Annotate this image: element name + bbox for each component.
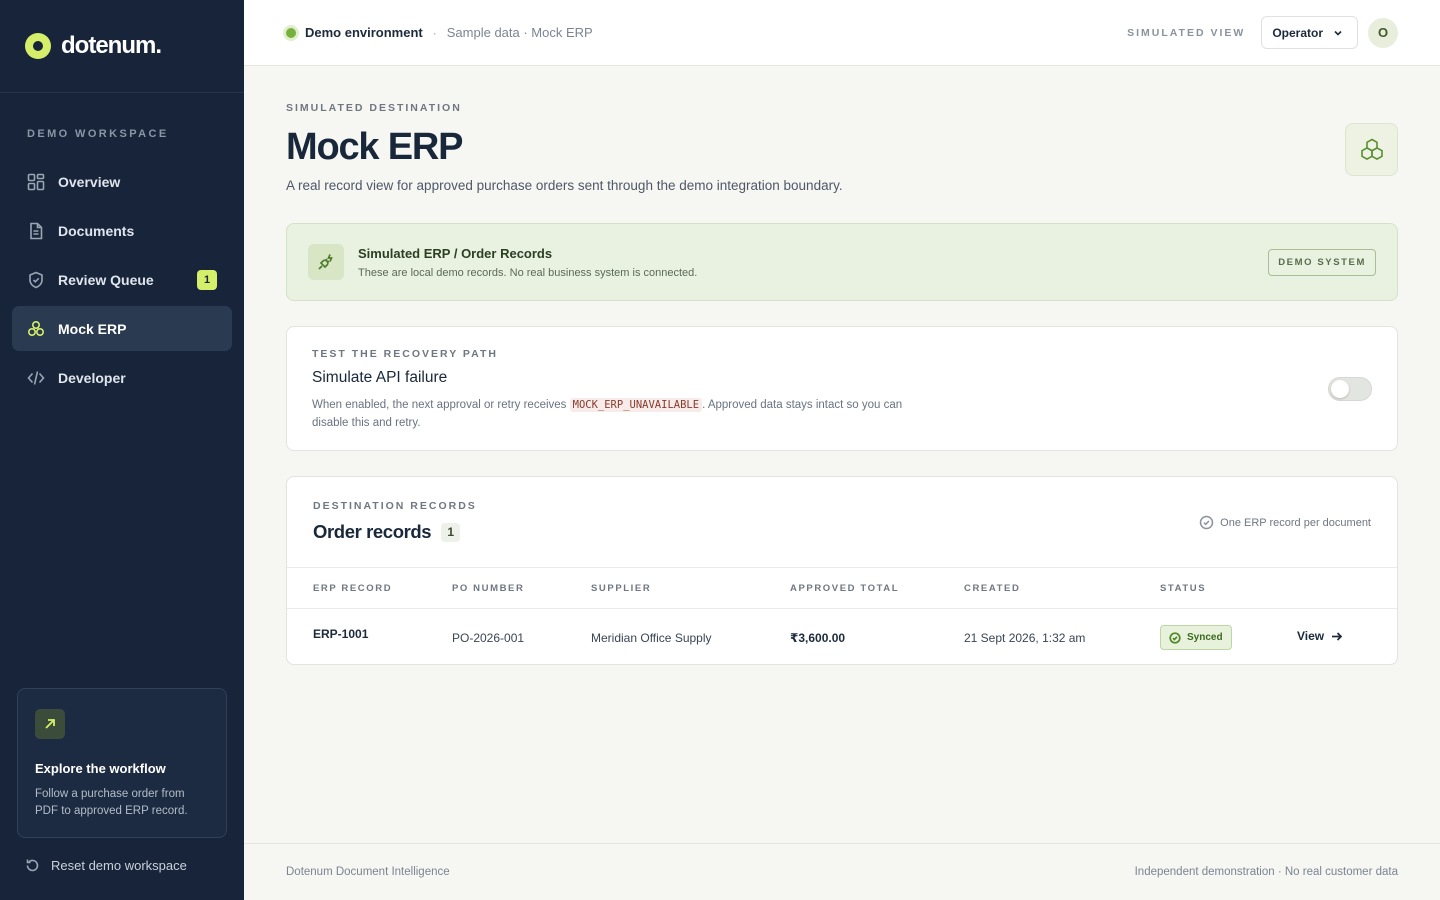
shield-icon bbox=[27, 271, 45, 289]
reset-icon bbox=[26, 859, 39, 872]
avatar[interactable]: O bbox=[1368, 17, 1398, 48]
sidebar-item-developer[interactable]: Developer bbox=[12, 355, 232, 400]
sidebar-item-overview[interactable]: Overview bbox=[12, 159, 232, 204]
footer: Dotenum Document Intelligence Independen… bbox=[244, 843, 1440, 900]
banner-title: Simulated ERP / Order Records bbox=[358, 245, 553, 261]
page-description: A real record view for approved purchase… bbox=[286, 178, 843, 193]
column-header-approved-total[interactable]: APPROVED TOTAL bbox=[790, 583, 899, 594]
sidebar-item-mock-erp[interactable]: Mock ERP bbox=[12, 306, 232, 351]
recovery-title: Simulate API failure bbox=[312, 369, 448, 386]
erp-boxes-icon bbox=[1345, 123, 1398, 176]
breadcrumb-separator: · bbox=[432, 25, 437, 40]
simulate-api-failure-toggle[interactable] bbox=[1328, 377, 1372, 401]
page-eyebrow: SIMULATED DESTINATION bbox=[286, 102, 462, 114]
sidebar-item-documents[interactable]: Documents bbox=[12, 208, 232, 253]
view-record-link[interactable]: View bbox=[1297, 629, 1343, 643]
page-title: Mock ERP bbox=[286, 126, 463, 168]
sidebar-nav: Overview Documents Review Queue 1 Mock E… bbox=[12, 159, 232, 404]
table-header: ERP RECORD PO NUMBER SUPPLIER APPROVED T… bbox=[287, 567, 1397, 609]
column-header-status[interactable]: STATUS bbox=[1160, 583, 1206, 594]
column-header-erp-record[interactable]: ERP RECORD bbox=[313, 583, 392, 594]
sidebar-item-review-queue[interactable]: Review Queue 1 bbox=[12, 257, 232, 302]
recovery-path-card: TEST THE RECOVERY PATH Simulate API fail… bbox=[286, 326, 1398, 451]
status-label: Synced bbox=[1187, 632, 1223, 643]
records-note: One ERP record per document bbox=[1199, 515, 1371, 530]
recovery-text-before: When enabled, the next approval or retry… bbox=[312, 399, 570, 411]
approved-total: ₹3,600.00 bbox=[790, 631, 846, 645]
sidebar: dotenum. DEMO WORKSPACE Overview Documen… bbox=[0, 0, 244, 900]
toggle-knob bbox=[1331, 380, 1349, 398]
topbar: Demo environment · Sample data · Mock ER… bbox=[244, 0, 1440, 66]
footer-right-text: Independent demonstration · No real cust… bbox=[1134, 866, 1398, 878]
brand-logo-icon bbox=[25, 33, 51, 59]
column-header-supplier[interactable]: SUPPLIER bbox=[591, 583, 651, 594]
po-number: PO-2026-001 bbox=[452, 631, 525, 645]
view-label: View bbox=[1297, 629, 1325, 643]
records-eyebrow: DESTINATION RECORDS bbox=[313, 500, 477, 512]
arrow-right-icon bbox=[1332, 631, 1343, 641]
code-icon bbox=[27, 369, 45, 387]
supplier-name: Meridian Office Supply bbox=[591, 631, 712, 645]
records-header: DESTINATION RECORDS Order records 1 bbox=[313, 500, 477, 543]
sidebar-item-label: Documents bbox=[58, 222, 135, 239]
role-select[interactable]: Operator bbox=[1261, 16, 1358, 49]
error-code: MOCK_ERP_UNAVAILABLE bbox=[569, 398, 703, 412]
column-header-created[interactable]: CREATED bbox=[964, 583, 1020, 594]
records-note-text: One ERP record per document bbox=[1220, 516, 1371, 529]
plug-icon bbox=[308, 244, 344, 280]
chevron-down-icon bbox=[1334, 30, 1342, 36]
sidebar-item-label: Mock ERP bbox=[58, 320, 127, 337]
recovery-eyebrow: TEST THE RECOVERY PATH bbox=[312, 348, 498, 360]
records-count-badge: 1 bbox=[441, 522, 461, 542]
created-date: 21 Sept 2026, 1:32 am bbox=[964, 631, 1086, 645]
sidebar-item-label: Developer bbox=[58, 369, 126, 386]
sidebar-item-label: Overview bbox=[58, 173, 121, 190]
environment-label: Demo environment bbox=[305, 25, 423, 40]
document-icon bbox=[27, 222, 45, 240]
role-select-value: Operator bbox=[1272, 25, 1323, 40]
reset-label: Reset demo workspace bbox=[51, 858, 187, 873]
reset-demo-button[interactable]: Reset demo workspace bbox=[25, 858, 187, 873]
boxes-icon bbox=[27, 320, 45, 338]
simulated-view-label: SIMULATED VIEW bbox=[1127, 26, 1246, 39]
demo-system-tag: DEMO SYSTEM bbox=[1268, 248, 1376, 276]
banner-text: These are local demo records. No real bu… bbox=[358, 266, 698, 279]
workspace-section-label: DEMO WORKSPACE bbox=[27, 128, 169, 140]
status-badge: Synced bbox=[1160, 625, 1232, 650]
explore-title: Explore the workflow bbox=[35, 761, 166, 776]
check-circle-icon bbox=[1199, 515, 1214, 530]
table-row[interactable]: ERP-1001 PO-2026-001 Meridian Office Sup… bbox=[287, 609, 1397, 665]
arrow-up-right-icon bbox=[35, 709, 65, 739]
column-header-po-number[interactable]: PO NUMBER bbox=[452, 583, 524, 594]
topbar-right: SIMULATED VIEW Operator O bbox=[1127, 16, 1398, 49]
recovery-description: When enabled, the next approval or retry… bbox=[312, 396, 932, 432]
order-records-card: DESTINATION RECORDS Order records 1 One … bbox=[286, 476, 1398, 665]
environment-status-dot bbox=[286, 27, 296, 38]
breadcrumb: Sample data · Mock ERP bbox=[446, 25, 593, 40]
demo-system-banner: Simulated ERP / Order Records These are … bbox=[286, 223, 1398, 301]
footer-left-text: Dotenum Document Intelligence bbox=[286, 866, 450, 878]
grid-icon bbox=[27, 173, 45, 191]
explore-workflow-card[interactable]: Explore the workflow Follow a purchase o… bbox=[17, 688, 227, 838]
records-title: Order records bbox=[313, 521, 432, 542]
erp-record-id: ERP-1001 bbox=[313, 627, 369, 641]
records-title-row: Order records 1 bbox=[313, 521, 477, 543]
brand[interactable]: dotenum. bbox=[0, 0, 244, 93]
sidebar-item-label: Review Queue bbox=[58, 271, 154, 288]
review-queue-count-badge: 1 bbox=[197, 269, 217, 290]
brand-name: dotenum. bbox=[61, 32, 162, 59]
check-circle-icon bbox=[1169, 631, 1181, 644]
explore-text: Follow a purchase order from PDF to appr… bbox=[35, 788, 188, 817]
